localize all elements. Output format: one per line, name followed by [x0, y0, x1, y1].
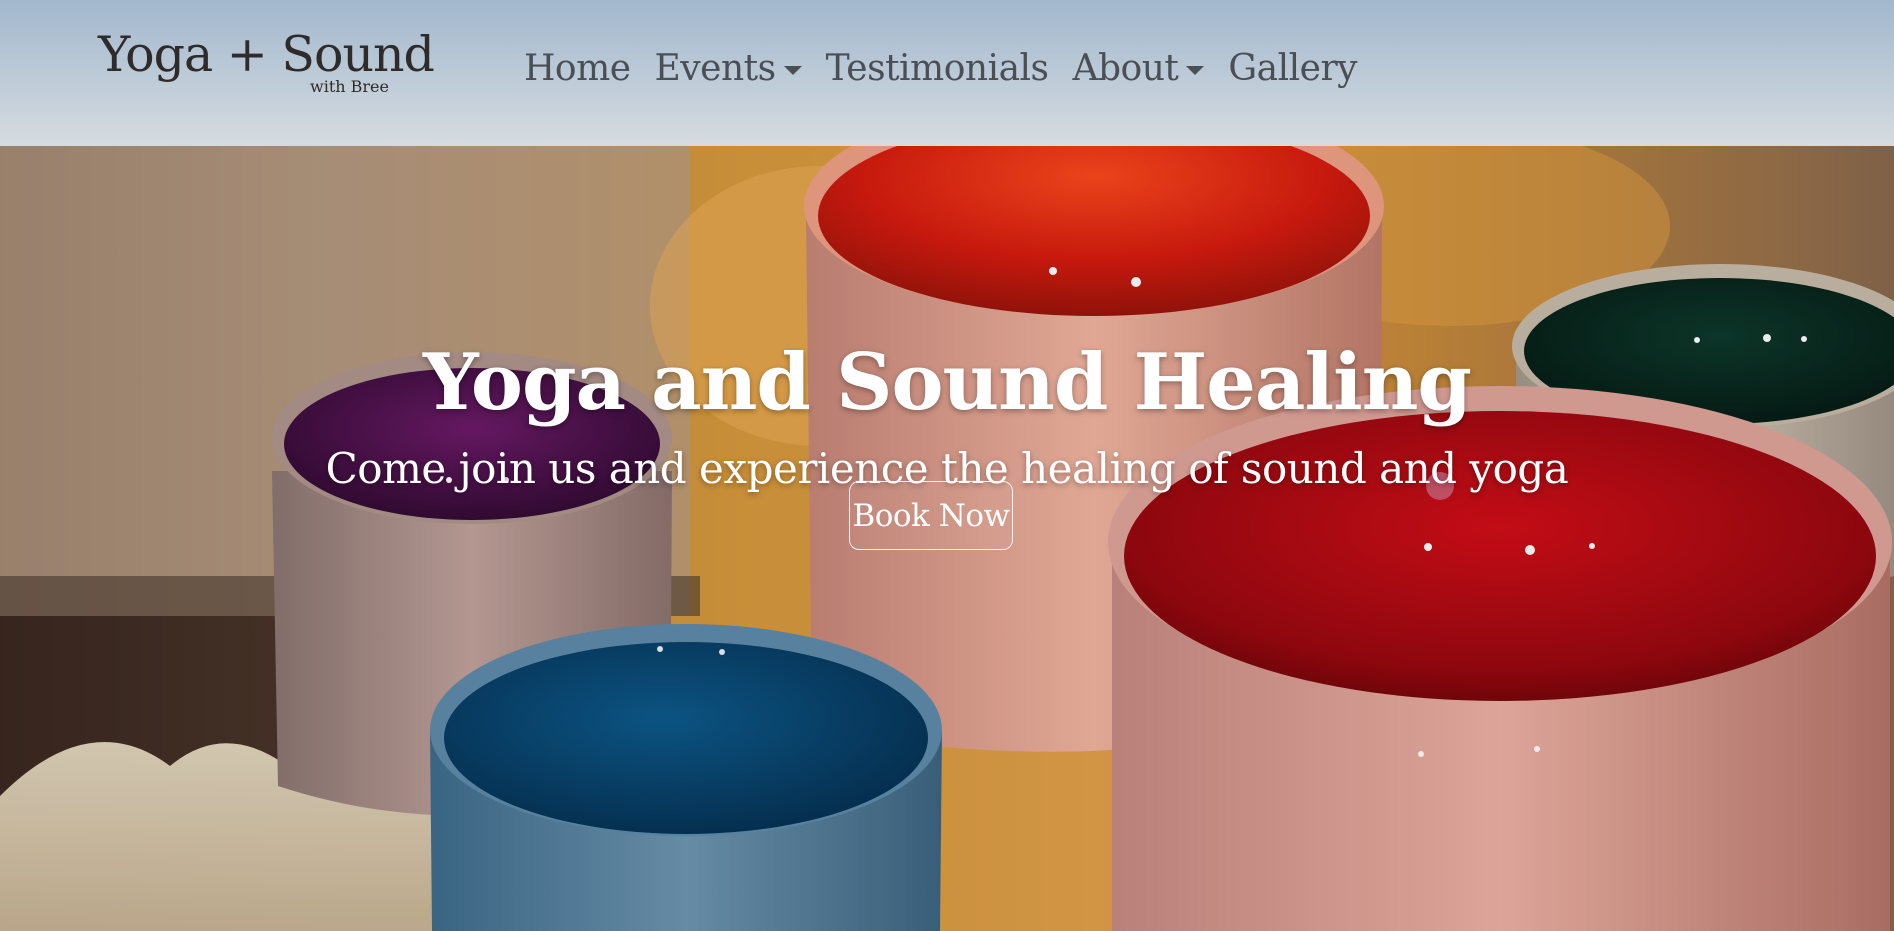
nav-label: Events	[654, 47, 777, 89]
caret-down-icon	[783, 65, 802, 75]
main-nav: Home Events Testimonials About Gallery	[512, 40, 1369, 96]
hero-title: Yoga and Sound Healing	[423, 337, 1472, 429]
nav-label: Testimonials	[825, 47, 1049, 89]
site-logo[interactable]: Yoga + Sound with Bree	[98, 30, 435, 102]
nav-item-gallery[interactable]: Gallery	[1216, 48, 1369, 89]
nav-item-events[interactable]: Events	[643, 48, 814, 89]
logo-wordmark: Yoga + Sound	[98, 26, 435, 83]
top-navbar: Yoga + Sound with Bree Home Events Testi…	[0, 0, 1894, 146]
page: Yoga + Sound with Bree Home Events Testi…	[0, 0, 1894, 931]
nav-item-home[interactable]: Home	[512, 48, 643, 89]
nav-item-about[interactable]: About	[1061, 48, 1217, 89]
hero-section: Yoga and Sound Healing Come join us and …	[0, 146, 1894, 931]
nav-item-testimonials[interactable]: Testimonials	[814, 48, 1061, 89]
nav-label: About	[1072, 47, 1179, 89]
caret-down-icon	[1186, 65, 1205, 75]
nav-label: Home	[524, 47, 631, 89]
logo-tagline: with Bree	[310, 77, 389, 96]
book-now-button[interactable]: Book Now	[849, 481, 1013, 550]
nav-label: Gallery	[1228, 47, 1357, 89]
